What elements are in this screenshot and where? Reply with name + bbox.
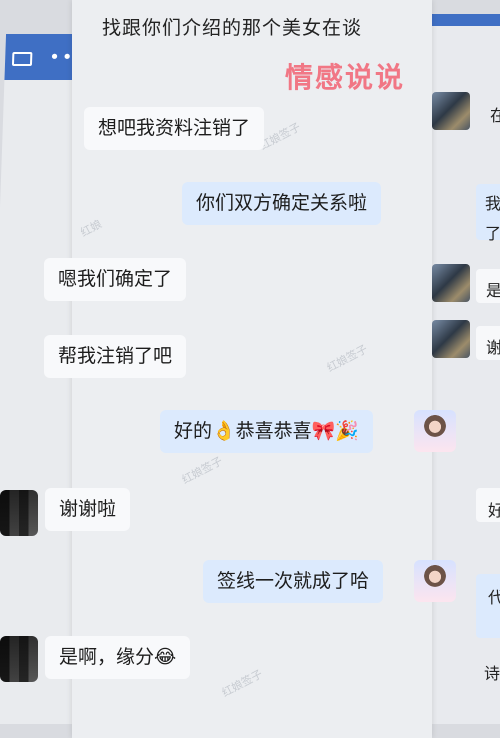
message-bubble: 想吧我资料注销了	[84, 107, 265, 150]
right-header	[428, 14, 500, 26]
right-text: 了	[485, 224, 500, 243]
message-bubble: 你们双方确定关系啦	[182, 182, 382, 225]
message-bubble: 是啊，缘分😂	[45, 636, 191, 679]
avatar	[0, 636, 38, 682]
message-bubble: 签线一次就成了哈	[203, 560, 384, 603]
right-text: 在	[490, 106, 500, 125]
right-text: 谢	[486, 338, 500, 357]
message-bubble: 好的👌恭喜恭喜🎀🎉	[160, 410, 373, 453]
right-text: 代	[488, 588, 500, 607]
avatar	[432, 92, 470, 130]
message-bubble: 帮我注销了吧	[44, 335, 187, 378]
avatar	[432, 264, 470, 302]
avatar	[432, 320, 470, 358]
right-text: 我	[485, 194, 500, 213]
avatar	[414, 410, 456, 452]
avatar	[0, 490, 38, 536]
page-title: 找跟你们介绍的那个美女在谈	[102, 17, 363, 39]
message-bubble: 谢谢啦	[45, 488, 131, 531]
avatar	[414, 560, 456, 602]
video-icon[interactable]	[11, 52, 33, 66]
brand-watermark: 情感说说	[285, 61, 406, 94]
right-text: 是	[486, 281, 500, 300]
right-text: 好	[488, 501, 500, 520]
right-text: 诗	[484, 664, 500, 683]
message-bubble: 嗯我们确定了	[44, 258, 187, 301]
